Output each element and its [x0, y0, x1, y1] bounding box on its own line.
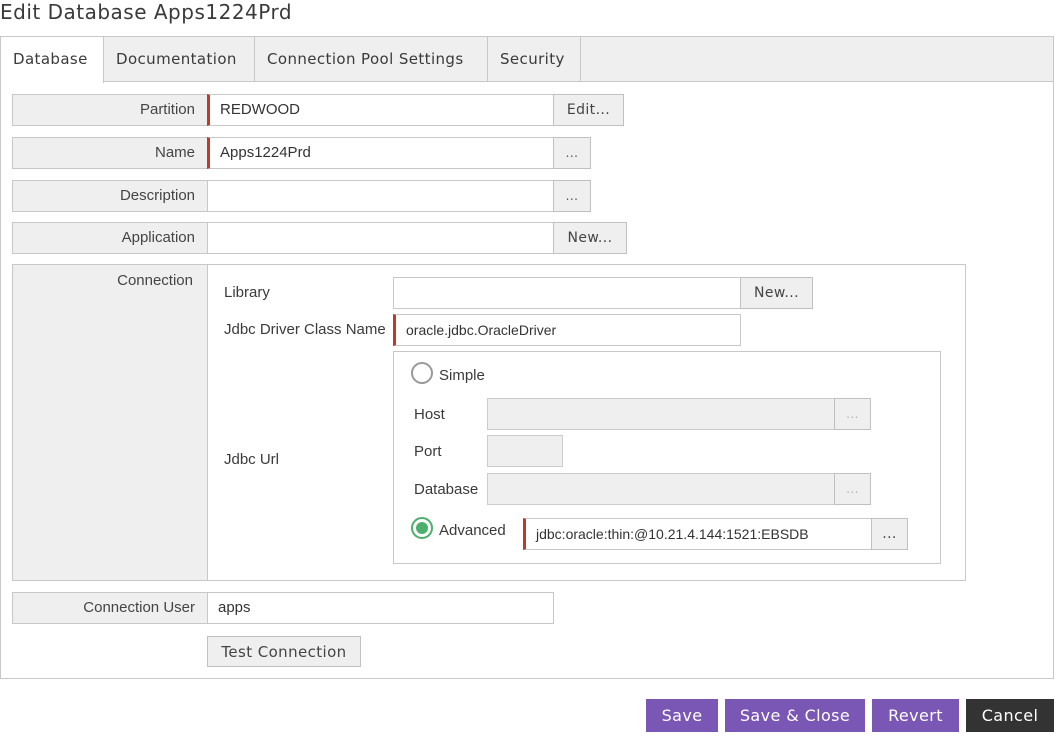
tab-database[interactable]: Database: [1, 37, 104, 83]
port-label: Port: [414, 443, 442, 460]
test-connection-button[interactable]: Test Connection: [207, 636, 361, 667]
tab-documentation[interactable]: Documentation: [104, 37, 255, 82]
tab-bar: Database Documentation Connection Pool S…: [1, 37, 1053, 83]
host-field[interactable]: [487, 398, 835, 430]
connection-label: Connection: [12, 264, 208, 581]
tab-security[interactable]: Security: [488, 37, 581, 82]
name-field[interactable]: Apps1224Prd: [207, 137, 554, 169]
advanced-label: Advanced: [439, 522, 506, 539]
description-more-button[interactable]: ...: [553, 180, 591, 212]
tab-connection-pool-settings[interactable]: Connection Pool Settings: [255, 37, 488, 82]
database-label: Database: [414, 481, 479, 498]
partition-label: Partition: [12, 94, 208, 126]
application-label: Application: [12, 222, 208, 254]
connection-user-label: Connection User: [12, 592, 208, 624]
partition-field[interactable]: REDWOOD: [207, 94, 554, 126]
advanced-url-more-button[interactable]: ...: [871, 518, 908, 550]
save-button[interactable]: Save: [646, 699, 718, 732]
port-field[interactable]: [487, 435, 563, 467]
simple-radio[interactable]: [411, 362, 433, 384]
driver-class-field[interactable]: oracle.jdbc.OracleDriver: [393, 314, 741, 346]
description-label: Description: [12, 180, 208, 212]
partition-edit-button[interactable]: Edit...: [553, 94, 624, 126]
connection-user-field[interactable]: apps: [207, 592, 554, 624]
application-field[interactable]: [207, 222, 554, 254]
name-more-button[interactable]: ...: [553, 137, 591, 169]
application-new-button[interactable]: New...: [553, 222, 627, 254]
host-label: Host: [414, 406, 445, 423]
jdbc-url-label: Jdbc Url: [224, 451, 280, 468]
cancel-button[interactable]: Cancel: [966, 699, 1054, 732]
database-field[interactable]: [487, 473, 835, 505]
simple-label: Simple: [439, 367, 485, 384]
database-more-button[interactable]: ...: [834, 473, 871, 505]
advanced-radio[interactable]: [411, 517, 433, 539]
driver-class-label: Jdbc Driver Class Name: [224, 321, 386, 338]
advanced-url-field[interactable]: jdbc:oracle:thin:@10.21.4.144:1521:EBSDB: [523, 518, 872, 550]
host-more-button[interactable]: ...: [834, 398, 871, 430]
save-and-close-button[interactable]: Save & Close: [725, 699, 865, 732]
page-title: Edit Database Apps1224Prd: [0, 0, 293, 24]
library-new-button[interactable]: New...: [740, 277, 813, 309]
library-field[interactable]: [393, 277, 741, 309]
name-label: Name: [12, 137, 208, 169]
library-label: Library: [224, 284, 270, 301]
description-field[interactable]: [207, 180, 554, 212]
revert-button[interactable]: Revert: [872, 699, 959, 732]
